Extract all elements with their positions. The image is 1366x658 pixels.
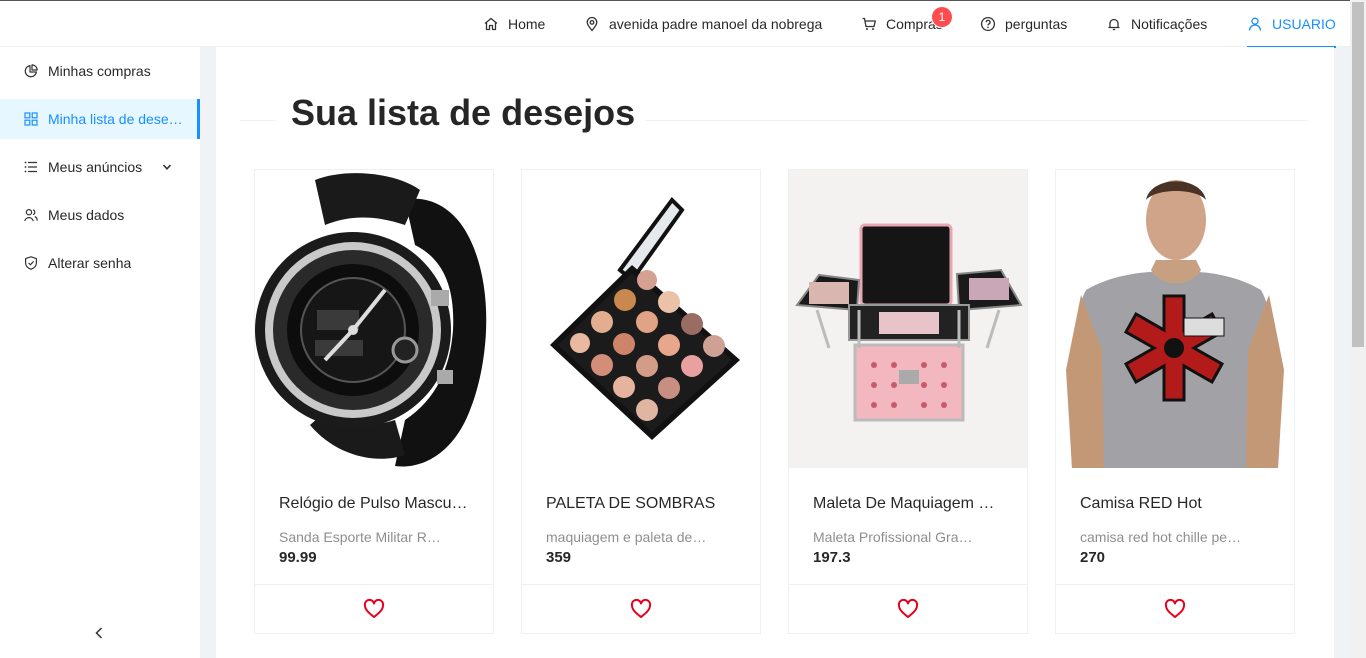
appstore-icon bbox=[24, 112, 38, 126]
product-description: maquiagem e paleta de sombras bbox=[546, 529, 710, 545]
sidebar-item-my-data[interactable]: Meus dados bbox=[0, 195, 200, 235]
nav-address[interactable]: avenida padre manoel da nobrega bbox=[584, 1, 822, 47]
user-icon bbox=[1248, 17, 1262, 31]
product-image-tshirt bbox=[1056, 170, 1294, 468]
main-content: Sua lista de desejos Relógio de Pulso Ma… bbox=[216, 47, 1334, 658]
product-description: Sanda Esporte Militar Resistente bbox=[279, 529, 443, 545]
nav-notifications-label: Notificações bbox=[1131, 16, 1208, 32]
sidebar-item-label: Minha lista de desejos bbox=[48, 111, 184, 127]
heart-icon[interactable] bbox=[363, 599, 385, 619]
page-scrollbar-thumb[interactable] bbox=[1352, 2, 1364, 347]
sidebar-item-label: Meus dados bbox=[48, 207, 125, 223]
card-actions bbox=[255, 584, 493, 633]
sidebar-item-label: Alterar senha bbox=[48, 255, 132, 271]
sidebar-item-label: Minhas compras bbox=[48, 63, 151, 79]
location-icon bbox=[586, 16, 598, 32]
product-card[interactable]: Relógio de Pulso Masculino Sanda Esporte… bbox=[254, 169, 494, 634]
heart-icon[interactable] bbox=[897, 599, 919, 619]
card-actions bbox=[789, 584, 1027, 633]
product-image-eyeshadow-palette bbox=[522, 170, 760, 468]
product-card[interactable]: Camisa RED Hot camisa red hot chille pep… bbox=[1055, 169, 1295, 634]
title-divider-right bbox=[645, 120, 1308, 121]
collapse-sidebar-icon[interactable] bbox=[92, 626, 106, 640]
product-name: Relógio de Pulso Masculino bbox=[279, 495, 469, 512]
product-name: Maleta De Maquiagem Completa bbox=[813, 495, 1003, 512]
heart-icon[interactable] bbox=[630, 599, 652, 619]
product-price: 359 bbox=[546, 549, 572, 566]
product-card[interactable]: PALETA DE SOMBRAS maquiagem e paleta de … bbox=[521, 169, 761, 634]
chevron-down-icon bbox=[162, 164, 172, 170]
heart-icon[interactable] bbox=[1164, 599, 1186, 619]
home-icon bbox=[484, 17, 498, 31]
card-actions bbox=[1056, 584, 1294, 633]
nav-notifications[interactable]: Notificações bbox=[1106, 1, 1207, 47]
product-price: 99.99 bbox=[279, 549, 317, 566]
bell-icon bbox=[1108, 18, 1120, 31]
safety-icon bbox=[25, 256, 37, 270]
team-icon bbox=[24, 208, 38, 222]
product-name: PALETA DE SOMBRAS bbox=[546, 495, 716, 512]
product-name: Camisa RED Hot bbox=[1080, 495, 1202, 512]
sidebar-item-wishlist[interactable]: Minha lista de desejos bbox=[0, 99, 200, 139]
product-price: 270 bbox=[1080, 549, 1106, 566]
product-meta: Camisa RED Hot camisa red hot chille pep… bbox=[1056, 468, 1294, 568]
nav-purchases[interactable]: Compras 1 bbox=[861, 1, 952, 47]
card-actions bbox=[522, 584, 760, 633]
title-divider-left bbox=[240, 120, 276, 121]
product-meta: Relógio de Pulso Masculino Sanda Esporte… bbox=[255, 468, 493, 568]
product-card[interactable]: Maleta De Maquiagem Completa Maleta Prof… bbox=[788, 169, 1028, 634]
product-meta: Maleta De Maquiagem Completa Maleta Prof… bbox=[789, 468, 1027, 568]
unordered-list-icon bbox=[24, 161, 37, 173]
nav-questions[interactable]: perguntas bbox=[980, 1, 1067, 47]
product-meta: PALETA DE SOMBRAS maquiagem e paleta de … bbox=[522, 468, 760, 568]
product-price: 197.3 bbox=[813, 549, 851, 566]
sidebar-item-my-purchases[interactable]: Minhas compras bbox=[0, 51, 200, 91]
nav-home-label: Home bbox=[508, 16, 546, 32]
nav-address-label: avenida padre manoel da nobrega bbox=[609, 16, 823, 32]
product-image-watch bbox=[255, 170, 493, 468]
sidebar: Minhas compras Minha lista de desejos Me… bbox=[0, 47, 200, 658]
question-circle-icon bbox=[980, 16, 996, 32]
page-title: Sua lista de desejos bbox=[291, 92, 636, 133]
top-header: Home avenida padre manoel da nobrega Com… bbox=[0, 0, 1350, 48]
product-image-makeup-case bbox=[789, 170, 1027, 468]
sidebar-item-change-password[interactable]: Alterar senha bbox=[0, 243, 200, 283]
cart-count-badge: 1 bbox=[932, 7, 952, 27]
nav-home[interactable]: Home bbox=[483, 1, 545, 47]
nav-user[interactable]: USUARIO bbox=[1247, 1, 1336, 48]
nav-questions-label: perguntas bbox=[1005, 16, 1068, 32]
product-description: camisa red hot chille peppers bbox=[1080, 529, 1244, 545]
sidebar-item-label: Meus anúncios bbox=[48, 159, 143, 175]
shopping-cart-icon bbox=[862, 17, 876, 30]
sidebar-item-my-ads[interactable]: Meus anúncios bbox=[0, 147, 200, 187]
product-description: Maleta Profissional Grande bbox=[813, 529, 977, 545]
pie-chart-icon bbox=[24, 64, 38, 78]
nav-user-label: USUARIO bbox=[1272, 15, 1336, 32]
